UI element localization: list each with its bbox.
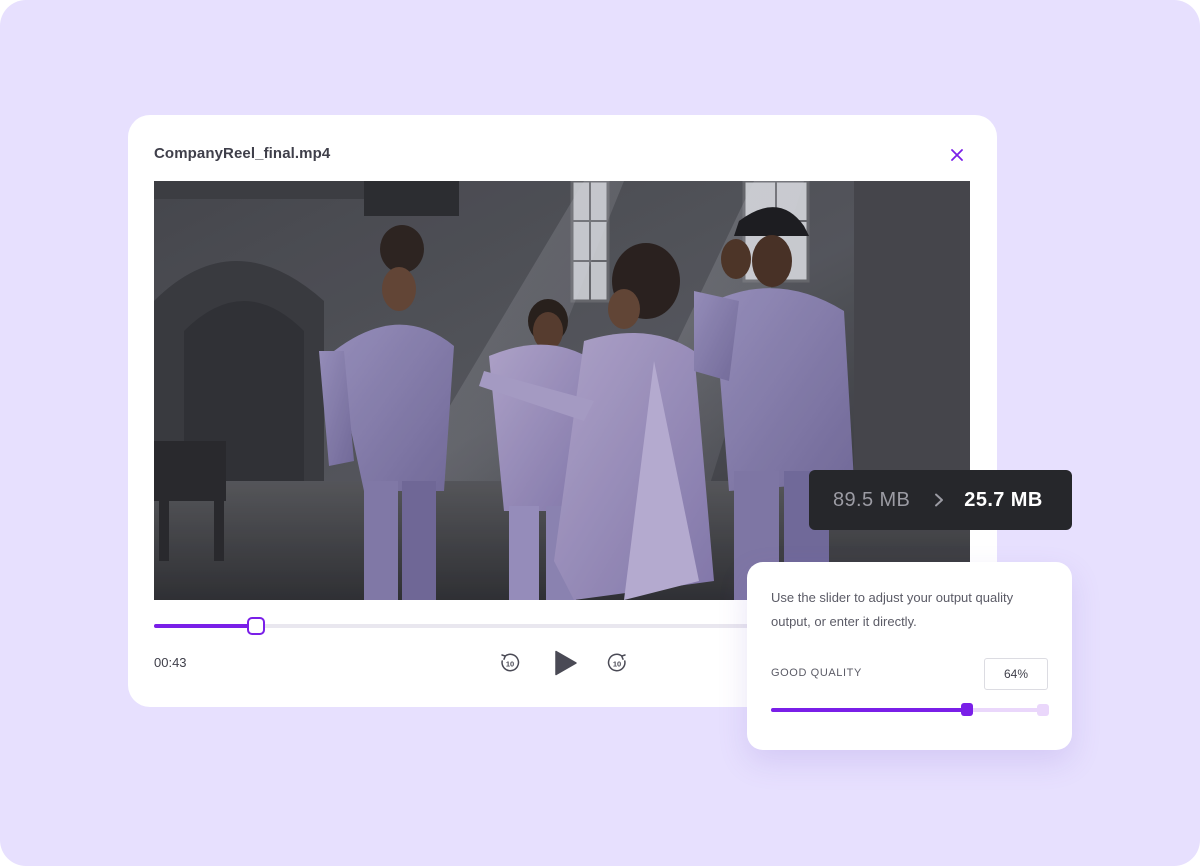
forward-10-button[interactable]: 10 <box>605 651 629 675</box>
close-icon <box>951 149 963 161</box>
quality-description: Use the slider to adjust your output qua… <box>771 590 1014 629</box>
play-button[interactable] <box>550 647 582 679</box>
video-still-image <box>154 181 970 600</box>
file-size-badge: 89.5 MB 25.7 MB <box>809 470 1072 530</box>
page-background: CompanyReel_final.mp4 00:43 10 10 89.5 M… <box>0 0 1200 866</box>
current-time: 00:43 <box>154 655 187 670</box>
playback-progress-fill <box>154 624 257 628</box>
quality-panel: Use the slider to adjust your output qua… <box>747 562 1072 750</box>
rewind-10-button[interactable]: 10 <box>498 651 522 675</box>
quality-slider-end <box>1037 704 1049 716</box>
file-title: CompanyReel_final.mp4 <box>154 145 331 162</box>
close-button[interactable] <box>947 145 967 165</box>
quality-slider[interactable] <box>771 703 1049 716</box>
play-icon <box>555 650 577 676</box>
forward-10-icon: 10 <box>607 653 626 672</box>
quality-slider-fill <box>771 708 967 712</box>
quality-slider-thumb[interactable] <box>960 703 973 716</box>
video-frame[interactable] <box>154 181 970 600</box>
rewind-seconds-label: 10 <box>506 659 514 668</box>
rewind-10-icon: 10 <box>501 653 520 672</box>
chevron-right-icon <box>934 493 944 507</box>
original-size: 89.5 MB <box>833 488 911 511</box>
quality-percent-input[interactable] <box>984 658 1048 690</box>
forward-seconds-label: 10 <box>613 659 621 668</box>
playback-progress-thumb[interactable] <box>247 617 266 635</box>
quality-label: GOOD QUALITY <box>771 667 862 679</box>
compressed-size: 25.7 MB <box>964 488 1043 511</box>
playback-progress-slider[interactable] <box>154 617 794 635</box>
